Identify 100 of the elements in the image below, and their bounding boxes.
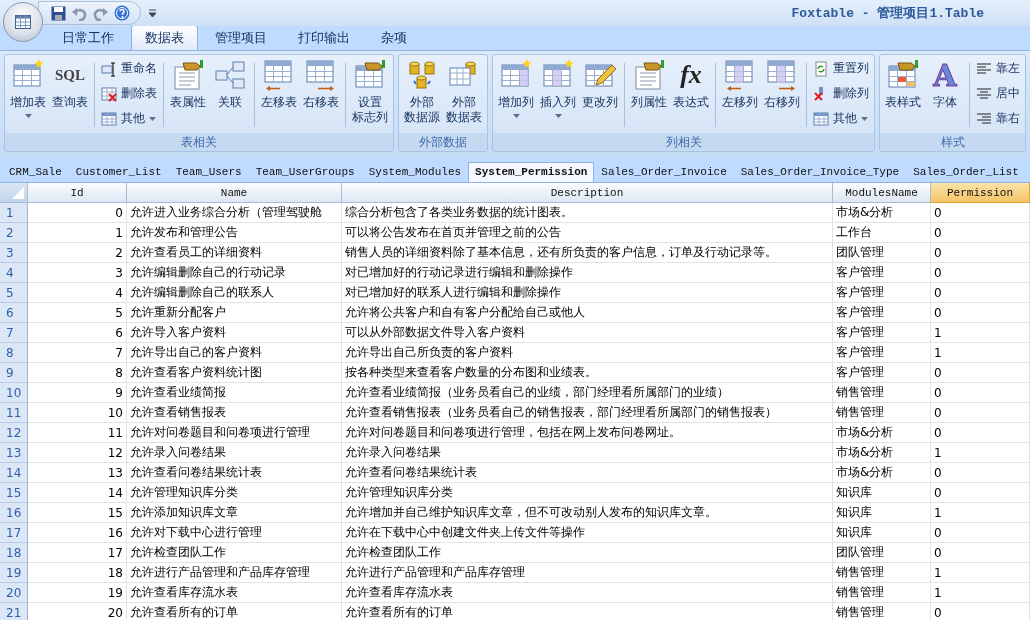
table-icon: [15, 15, 31, 29]
ribbon-button[interactable]: 表样式: [882, 57, 924, 112]
row-number[interactable]: 11: [0, 403, 28, 423]
ribbon-button[interactable]: 靠右: [973, 107, 1023, 130]
sheet-tab[interactable]: Sales_Order_Invoice_Type: [733, 162, 907, 182]
table-cell: 4: [28, 283, 127, 303]
table-cell: 1: [931, 583, 1030, 603]
row-number[interactable]: 16: [0, 503, 28, 523]
table-cell: 知识库: [833, 483, 931, 503]
ribbon-tab[interactable]: 打印输出: [284, 25, 364, 50]
sheet-tab[interactable]: System_Modules: [361, 162, 469, 182]
table-cell: 0: [931, 303, 1030, 323]
table-cell: 允许录入问卷结果: [127, 443, 342, 463]
ribbon-button[interactable]: 重命名: [98, 57, 160, 80]
row-number[interactable]: 7: [0, 323, 28, 343]
ribbon-button[interactable]: 表属性: [167, 57, 209, 112]
table-cell: 3: [28, 263, 127, 283]
help-icon[interactable]: [114, 5, 130, 21]
sheet-tab[interactable]: Sales_Order_List: [906, 162, 1026, 182]
row-number[interactable]: 3: [0, 243, 28, 263]
column-header[interactable]: Id: [28, 183, 127, 203]
row-number[interactable]: 13: [0, 443, 28, 463]
ribbon-tab[interactable]: 日常工作: [48, 25, 128, 50]
ribbon-button[interactable]: 列属性: [628, 57, 670, 112]
sheet-tab[interactable]: Team_Users: [168, 162, 249, 182]
sheet-tab[interactable]: System_Permission: [468, 162, 595, 182]
row-number[interactable]: 9: [0, 363, 28, 383]
row-number[interactable]: 14: [0, 463, 28, 483]
ribbon-button[interactable]: 更改列: [579, 57, 621, 112]
ribbon-tab[interactable]: 数据表: [131, 25, 198, 50]
database-icon: [406, 59, 438, 91]
table-cell: 1: [931, 503, 1030, 523]
row-number[interactable]: 8: [0, 343, 28, 363]
ribbon-button[interactable]: 右移表: [300, 57, 342, 112]
row-number[interactable]: 5: [0, 283, 28, 303]
table-cell: 综合分析包含了各类业务数据的统计图表。: [342, 203, 833, 223]
table-cell: 允许进行产品管理和产品库存管理: [342, 563, 833, 583]
ribbon-button[interactable]: A 字体: [924, 57, 966, 112]
ribbon-button[interactable]: 其他: [98, 107, 160, 130]
ribbon-button[interactable]: 靠左: [973, 57, 1023, 80]
ribbon-button[interactable]: 重置列: [810, 57, 872, 80]
ribbon-button[interactable]: 关联: [209, 57, 251, 112]
row-number[interactable]: 12: [0, 423, 28, 443]
ribbon-button[interactable]: fx 表达式: [670, 57, 712, 112]
row-number[interactable]: 18: [0, 543, 28, 563]
ribbon-button[interactable]: 外部数据表: [443, 57, 485, 127]
ribbon-button[interactable]: 插入列: [537, 57, 579, 120]
row-number[interactable]: 4: [0, 263, 28, 283]
table-cell: 对已增加好的联系人进行编辑和删除操作: [342, 283, 833, 303]
save-icon[interactable]: [51, 5, 66, 21]
table-cell: 允许查看问卷结果统计表: [127, 463, 342, 483]
row-number[interactable]: 20: [0, 583, 28, 603]
table-cell: 可以将公告发布在首页并管理之前的公告: [342, 223, 833, 243]
row-number[interactable]: 21: [0, 603, 28, 620]
column-header[interactable]: Description: [342, 183, 833, 203]
row-number[interactable]: 2: [0, 223, 28, 243]
table-cell: 允许对问卷题目和问卷项进行管理: [127, 423, 342, 443]
customize-menu-icon[interactable]: [149, 9, 156, 17]
ribbon-button[interactable]: 右移列: [761, 57, 803, 112]
table-cell: 1: [931, 563, 1030, 583]
ribbon-button[interactable]: 增加列: [495, 57, 537, 120]
table-cell: 销售管理: [833, 583, 931, 603]
table-cell: 2: [28, 243, 127, 263]
row-number[interactable]: 1: [0, 203, 28, 223]
sheet-tab[interactable]: Sales_Order_Invoice: [594, 162, 734, 182]
table-cell: 知识库: [833, 503, 931, 523]
table-cell: 0: [931, 283, 1030, 303]
table-cell: 0: [931, 383, 1030, 403]
ribbon-button[interactable]: 增加表: [7, 57, 49, 120]
sheet-tab[interactable]: Customer_List: [68, 162, 169, 182]
ribbon-button[interactable]: 删除表: [98, 82, 160, 105]
row-number[interactable]: 17: [0, 523, 28, 543]
ribbon-button[interactable]: 左移列: [719, 57, 761, 112]
sheet-tab[interactable]: Team_UserGroups: [248, 162, 362, 182]
table-cell: 允许查看销售报表（业务员看自己的销售报表，部门经理看所属部门的销售报表）: [342, 403, 833, 423]
undo-icon[interactable]: [72, 5, 87, 21]
sheet-tab[interactable]: CRM_Sale: [2, 162, 69, 182]
row-number[interactable]: 6: [0, 303, 28, 323]
row-number[interactable]: 19: [0, 563, 28, 583]
ribbon-tab[interactable]: 管理项目: [201, 25, 281, 50]
column-header[interactable]: Permission: [931, 183, 1030, 203]
table-cell: 1: [931, 343, 1030, 363]
ribbon-button[interactable]: 其他: [810, 107, 872, 130]
table-cell: 客户管理: [833, 283, 931, 303]
ribbon-tab[interactable]: 杂项: [367, 25, 421, 50]
ribbon-button[interactable]: SQL 查询表: [49, 57, 91, 112]
table-cell: 0: [931, 523, 1030, 543]
ribbon-button[interactable]: 左移表: [258, 57, 300, 112]
row-number[interactable]: 15: [0, 483, 28, 503]
redo-icon[interactable]: [93, 5, 108, 21]
ribbon-button[interactable]: 设置标志列: [349, 57, 391, 127]
column-header[interactable]: ModulesName: [833, 183, 931, 203]
column-header[interactable]: Name: [127, 183, 342, 203]
ribbon-button[interactable]: 删除列: [810, 82, 872, 105]
table-cell: 允许进行产品管理和产品库存管理: [127, 563, 342, 583]
ribbon-button[interactable]: 外部数据源: [401, 57, 443, 127]
row-number[interactable]: 10: [0, 383, 28, 403]
ribbon-button[interactable]: 居中: [973, 82, 1023, 105]
table-cell: 0: [931, 423, 1030, 443]
table-cell: 0: [931, 243, 1030, 263]
